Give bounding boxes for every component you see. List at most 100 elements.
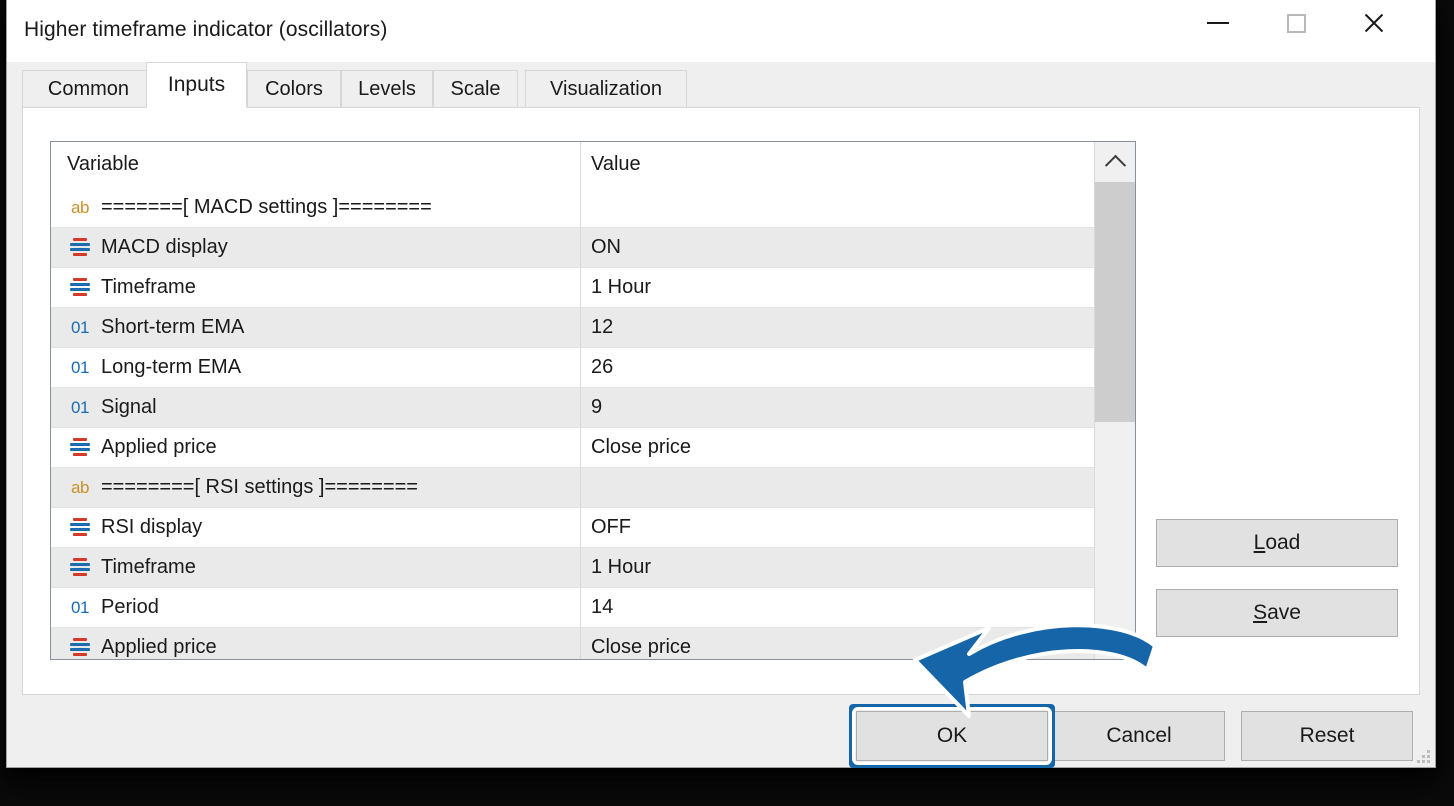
tab-scale[interactable]: Scale <box>433 70 518 108</box>
save-button[interactable]: Save <box>1156 589 1398 637</box>
enum-type-icon <box>67 516 93 540</box>
tab-inputs[interactable]: Inputs <box>146 62 247 108</box>
grid-cell-variable: Applied price <box>51 628 580 660</box>
grid-cell-value[interactable]: 14 <box>580 588 1094 627</box>
tab-label: Scale <box>450 77 501 100</box>
grid-cell-variable-label: Period <box>101 596 159 618</box>
grid-cell-variable-label: Timeframe <box>101 276 196 298</box>
tab-colors[interactable]: Colors <box>247 70 341 108</box>
cancel-label: Cancel <box>1106 724 1172 747</box>
chevron-up-icon <box>1104 154 1126 176</box>
grid-cell-variable: ab ========[ RSI settings ]======== <box>51 468 580 507</box>
table-row[interactable]: 01 Signal 9 <box>51 387 1094 427</box>
grid-cell-variable-label: Applied price <box>101 636 217 658</box>
tab-page-inputs: Variable Value ab =======[ MACD settings… <box>22 107 1420 695</box>
close-button[interactable] <box>1343 0 1405 46</box>
close-icon <box>1362 11 1386 35</box>
table-row[interactable]: 01 Long-term EMA 26 <box>51 347 1094 387</box>
tab-label: Visualization <box>550 77 662 100</box>
grid-cell-value[interactable]: ON <box>580 228 1094 267</box>
tab-label: Common <box>47 77 130 100</box>
grid-cell-variable: Applied price <box>51 428 580 467</box>
grid-cell-variable: MACD display <box>51 228 580 267</box>
ok-label: OK <box>936 724 968 747</box>
tab-common[interactable]: Common <box>22 70 155 108</box>
enum-type-icon <box>67 636 93 660</box>
cancel-button[interactable]: Cancel <box>1053 711 1225 761</box>
grid-cell-variable: Timeframe <box>51 268 580 307</box>
string-type-icon: ab <box>71 478 89 497</box>
maximize-icon <box>1286 13 1306 33</box>
tab-label: Inputs <box>167 73 226 96</box>
chevron-down-icon <box>1104 625 1126 647</box>
grid-cell-variable-label: Timeframe <box>101 556 196 578</box>
grid-cell-variable-label: MACD display <box>101 236 228 258</box>
resize-grip[interactable] <box>1416 749 1430 763</box>
grid-cell-value[interactable] <box>580 187 1094 227</box>
load-button[interactable]: Load <box>1156 519 1398 567</box>
grid-cell-variable-label: =======[ MACD settings ]======== <box>101 195 432 218</box>
table-row[interactable]: 01 Short-term EMA 12 <box>51 307 1094 347</box>
maximize-button[interactable] <box>1265 0 1327 46</box>
grid-cell-value[interactable]: Close price <box>580 428 1094 467</box>
table-row[interactable]: Applied price Close price <box>51 427 1094 467</box>
minimize-button[interactable] <box>1187 0 1249 46</box>
table-row[interactable]: Timeframe 1 Hour <box>51 267 1094 307</box>
tab-levels[interactable]: Levels <box>341 70 433 108</box>
table-row[interactable]: ab ========[ RSI settings ]======== <box>51 467 1094 507</box>
scrollbar-up-button[interactable] <box>1095 142 1135 182</box>
grid-cell-variable-label: Applied price <box>101 436 217 458</box>
grid-cell-variable: ab =======[ MACD settings ]======== <box>51 187 580 227</box>
table-row[interactable]: 01 Period 14 <box>51 587 1094 627</box>
grid-cell-value[interactable]: 1 Hour <box>580 268 1094 307</box>
grid-cell-variable-label: Signal <box>101 396 157 418</box>
tab-strip: Common Inputs Colors Levels Scale Visual… <box>7 62 1435 108</box>
reset-label: Reset <box>1299 724 1355 747</box>
grid-cell-variable: Timeframe <box>51 548 580 587</box>
grid-header-variable: Variable <box>67 153 139 175</box>
tab-label: Levels <box>358 77 416 100</box>
grid-cell-value[interactable]: 26 <box>580 348 1094 387</box>
tab-visualization[interactable]: Visualization <box>525 70 687 108</box>
integer-type-icon: 01 <box>71 358 89 377</box>
load-accel-letter: L <box>1253 531 1266 554</box>
grid-cell-value[interactable]: Close price <box>580 628 1094 659</box>
enum-type-icon <box>67 236 93 260</box>
inputs-grid-body: Variable Value ab =======[ MACD settings… <box>51 142 1094 660</box>
integer-type-icon: 01 <box>71 318 89 337</box>
grid-cell-variable: 01 Short-term EMA <box>51 308 580 347</box>
scrollbar-down-button[interactable] <box>1095 619 1135 659</box>
grid-cell-variable-label: RSI display <box>101 516 203 538</box>
inputs-grid: Variable Value ab =======[ MACD settings… <box>50 141 1136 660</box>
grid-cell-variable-label: ========[ RSI settings ]======== <box>101 476 418 498</box>
enum-type-icon <box>67 556 93 580</box>
string-type-icon: ab <box>71 197 89 217</box>
enum-type-icon <box>67 276 93 300</box>
table-row[interactable]: Applied price Close price <box>51 627 1094 660</box>
grid-cell-value[interactable] <box>580 468 1094 507</box>
grid-header-value: Value <box>580 142 1094 187</box>
integer-type-icon: 01 <box>71 398 89 417</box>
table-row[interactable]: Timeframe 1 Hour <box>51 547 1094 587</box>
reset-button[interactable]: Reset <box>1241 711 1413 761</box>
minimize-icon <box>1207 22 1229 24</box>
grid-cell-value[interactable]: OFF <box>580 508 1094 547</box>
enum-type-icon <box>67 436 93 460</box>
grid-header-row: Variable Value <box>51 142 1094 187</box>
table-row[interactable]: ab =======[ MACD settings ]======== <box>51 187 1094 227</box>
grid-cell-variable: RSI display <box>51 508 580 547</box>
dialog-window: Higher timeframe indicator (oscillators)… <box>6 0 1436 768</box>
grid-cell-value[interactable]: 9 <box>580 388 1094 427</box>
grid-cell-variable-label: Long-term EMA <box>101 356 242 378</box>
window-title: Higher timeframe indicator (oscillators) <box>24 18 388 41</box>
grid-scrollbar[interactable] <box>1094 142 1135 659</box>
table-row[interactable]: MACD display ON <box>51 227 1094 267</box>
grid-cell-variable: 01 Long-term EMA <box>51 348 580 387</box>
grid-cell-value[interactable]: 12 <box>580 308 1094 347</box>
ok-button[interactable]: OK <box>856 711 1048 761</box>
grid-cell-variable: 01 Period <box>51 588 580 627</box>
table-row[interactable]: RSI display OFF <box>51 507 1094 547</box>
grid-cell-value[interactable]: 1 Hour <box>580 548 1094 587</box>
save-label-rest: ave <box>1267 601 1301 624</box>
scrollbar-thumb[interactable] <box>1095 182 1135 422</box>
